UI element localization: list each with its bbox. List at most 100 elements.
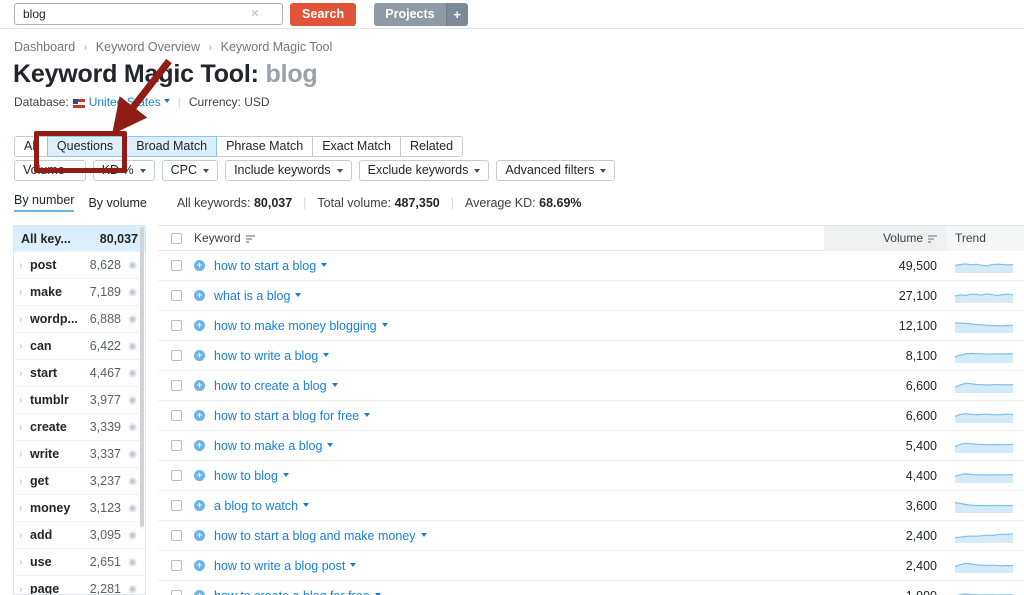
add-keyword-icon[interactable]: +: [194, 590, 205, 595]
keyword-link[interactable]: how to start a blog for free: [214, 409, 359, 423]
projects-button[interactable]: Projects: [374, 2, 446, 26]
search-field-wrapper[interactable]: ✕: [14, 3, 283, 25]
table-row[interactable]: + how to start a blog and make money 2,400: [158, 521, 1024, 551]
chevron-right-icon[interactable]: ›: [19, 314, 30, 325]
chevron-down-icon[interactable]: [381, 322, 388, 327]
search-input[interactable]: [15, 4, 247, 24]
clear-search-icon[interactable]: ✕: [247, 4, 263, 24]
select-all-checkbox[interactable]: [170, 232, 182, 244]
row-checkbox[interactable]: [170, 440, 182, 451]
chevron-right-icon[interactable]: ›: [19, 503, 30, 514]
chevron-right-icon[interactable]: ›: [19, 395, 30, 406]
chevron-down-icon[interactable]: [323, 352, 330, 357]
sort-by-number[interactable]: By number: [14, 193, 75, 212]
table-row[interactable]: + how to blog 4,400: [158, 461, 1024, 491]
row-checkbox[interactable]: [170, 320, 182, 331]
chevron-right-icon[interactable]: ›: [19, 368, 30, 379]
eye-icon[interactable]: ◉: [126, 584, 139, 595]
keyword-link[interactable]: how to make money blogging: [214, 319, 377, 333]
chevron-down-icon[interactable]: [303, 502, 310, 507]
tab-related[interactable]: Related: [399, 136, 464, 157]
keyword-link[interactable]: how to start a blog and make money: [214, 529, 416, 543]
keyword-link[interactable]: what is a blog: [214, 289, 290, 303]
row-checkbox[interactable]: [170, 260, 182, 271]
sidebar-item-page[interactable]: › page 2,281 ◉: [14, 575, 145, 595]
chevron-down-icon[interactable]: [420, 532, 427, 537]
eye-icon[interactable]: ◉: [126, 503, 139, 514]
table-row[interactable]: + what is a blog 27,100: [158, 281, 1024, 311]
filter-advanced-filters[interactable]: Advanced filters: [496, 160, 616, 181]
table-row[interactable]: + how to make money blogging 12,100: [158, 311, 1024, 341]
column-header-keyword[interactable]: Keyword: [194, 231, 824, 245]
tab-phrase-match[interactable]: Phrase Match: [216, 136, 314, 157]
sidebar-item-can[interactable]: › can 6,422 ◉: [14, 332, 145, 359]
eye-icon[interactable]: ◉: [126, 530, 139, 541]
keyword-link[interactable]: how to make a blog: [214, 439, 322, 453]
eye-icon[interactable]: ◉: [126, 476, 139, 487]
eye-icon[interactable]: ◉: [126, 395, 139, 406]
sort-icon[interactable]: [245, 235, 255, 243]
chevron-right-icon[interactable]: ›: [19, 557, 30, 568]
row-checkbox[interactable]: [170, 380, 182, 391]
row-checkbox[interactable]: [170, 290, 182, 301]
eye-icon[interactable]: ◉: [126, 368, 139, 379]
filter-kd[interactable]: KD %: [92, 160, 155, 181]
chevron-right-icon[interactable]: ›: [19, 530, 30, 541]
add-keyword-icon[interactable]: +: [194, 350, 205, 361]
table-row[interactable]: + how to start a blog 49,500: [158, 251, 1024, 281]
sort-by-volume[interactable]: By volume: [88, 196, 146, 210]
keyword-link[interactable]: how to write a blog: [214, 349, 318, 363]
database-selector[interactable]: United States: [89, 95, 161, 109]
row-checkbox[interactable]: [170, 410, 182, 421]
row-checkbox[interactable]: [170, 350, 182, 361]
eye-icon[interactable]: ◉: [126, 287, 139, 298]
add-keyword-icon[interactable]: +: [194, 500, 205, 511]
sidebar-item-tumblr[interactable]: › tumblr 3,977 ◉: [14, 386, 145, 413]
eye-icon[interactable]: ◉: [126, 341, 139, 352]
row-checkbox[interactable]: [170, 470, 182, 481]
sidebar-item-all-keywords[interactable]: All key... 80,037: [14, 226, 145, 251]
filter-volume[interactable]: Volume: [14, 160, 86, 181]
row-checkbox[interactable]: [170, 590, 182, 595]
column-header-volume[interactable]: Volume: [824, 226, 946, 251]
add-keyword-icon[interactable]: +: [194, 440, 205, 451]
sidebar-item-money[interactable]: › money 3,123 ◉: [14, 494, 145, 521]
sidebar-item-add[interactable]: › add 3,095 ◉: [14, 521, 145, 548]
chevron-down-icon[interactable]: [364, 412, 371, 417]
row-checkbox[interactable]: [170, 530, 182, 541]
chevron-right-icon[interactable]: ›: [19, 287, 30, 298]
table-row[interactable]: + how to create a blog for free 1,900: [158, 581, 1024, 595]
sidebar-item-post[interactable]: › post 8,628 ◉: [14, 251, 145, 278]
keyword-link[interactable]: how to blog: [214, 469, 278, 483]
keyword-groups-sidebar[interactable]: All key... 80,037 › post 8,628 ◉ › make 7,189 ◉…: [13, 225, 146, 595]
chevron-down-icon[interactable]: [295, 292, 302, 297]
sidebar-item-start[interactable]: › start 4,467 ◉: [14, 359, 145, 386]
chevron-down-icon[interactable]: [350, 562, 357, 567]
add-keyword-icon[interactable]: +: [194, 290, 205, 301]
row-checkbox[interactable]: [170, 500, 182, 511]
chevron-right-icon[interactable]: ›: [19, 422, 30, 433]
keyword-link[interactable]: how to create a blog for free: [214, 589, 370, 595]
tab-exact-match[interactable]: Exact Match: [312, 136, 401, 157]
sidebar-item-write[interactable]: › write 3,337 ◉: [14, 440, 145, 467]
breadcrumb-item-keyword-magic-tool[interactable]: Keyword Magic Tool: [221, 40, 333, 54]
chevron-down-icon[interactable]: [282, 472, 289, 477]
keyword-link[interactable]: how to start a blog: [214, 259, 316, 273]
chevron-right-icon[interactable]: ›: [19, 584, 30, 595]
row-checkbox[interactable]: [170, 560, 182, 571]
sort-icon[interactable]: [928, 235, 937, 243]
tab-broad-match[interactable]: Broad Match: [126, 136, 218, 157]
table-row[interactable]: + a blog to watch 3,600: [158, 491, 1024, 521]
chevron-down-icon[interactable]: [163, 99, 170, 103]
eye-icon[interactable]: ◉: [126, 422, 139, 433]
add-keyword-icon[interactable]: +: [194, 530, 205, 541]
chevron-right-icon[interactable]: ›: [19, 476, 30, 487]
keyword-link[interactable]: how to create a blog: [214, 379, 327, 393]
add-keyword-icon[interactable]: +: [194, 470, 205, 481]
sidebar-item-get[interactable]: › get 3,237 ◉: [14, 467, 145, 494]
table-row[interactable]: + how to start a blog for free 6,600: [158, 401, 1024, 431]
search-button[interactable]: Search: [290, 2, 357, 26]
add-keyword-icon[interactable]: +: [194, 380, 205, 391]
sidebar-scrollbar[interactable]: [140, 227, 144, 527]
filter-exclude-keywords[interactable]: Exclude keywords: [358, 160, 490, 181]
